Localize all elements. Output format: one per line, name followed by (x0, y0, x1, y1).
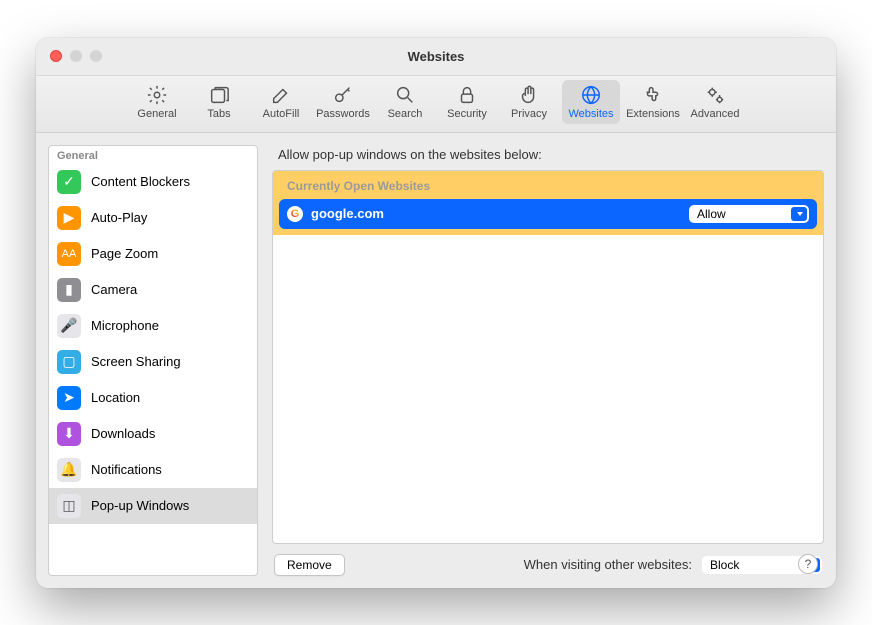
row-setting-popup[interactable]: Allow (689, 205, 809, 223)
toolbar-label: Extensions (626, 108, 680, 120)
close-window-button[interactable] (50, 50, 62, 62)
sidebar-item-label: Downloads (91, 426, 155, 441)
highlighted-section: Currently Open Websites G google.com All… (273, 171, 823, 235)
location-icon: ➤ (57, 386, 81, 410)
website-row[interactable]: G google.com Allow (279, 199, 817, 229)
titlebar: Websites (36, 38, 836, 76)
gears-icon (704, 84, 726, 106)
lock-icon (456, 84, 478, 106)
toolbar-label: Websites (568, 108, 613, 120)
sidebar-item-content-blockers[interactable]: ✓ Content Blockers (49, 164, 257, 200)
website-list-panel: Currently Open Websites G google.com All… (272, 170, 824, 544)
window-title: Websites (408, 49, 465, 64)
globe-icon (580, 84, 602, 106)
sidebar-item-label: Pop-up Windows (91, 498, 189, 513)
gear-icon (146, 84, 168, 106)
sidebar-item-screen-sharing[interactable]: ▢ Screen Sharing (49, 344, 257, 380)
download-icon: ⬇ (57, 422, 81, 446)
toolbar-passwords[interactable]: Passwords (314, 80, 372, 124)
sidebar-item-camera[interactable]: ▮ Camera (49, 272, 257, 308)
toolbar-websites[interactable]: Websites (562, 80, 620, 124)
main-headline: Allow pop-up windows on the websites bel… (278, 147, 824, 162)
sidebar-item-label: Location (91, 390, 140, 405)
row-setting-select[interactable]: Allow (689, 205, 809, 223)
main-panel: Allow pop-up windows on the websites bel… (272, 145, 824, 576)
sidebar: General ✓ Content Blockers ▶ Auto-Play AA P… (48, 145, 258, 576)
pencil-icon (270, 84, 292, 106)
sidebar-item-popup-windows[interactable]: ◫ Pop-up Windows (49, 488, 257, 524)
toolbar-extensions[interactable]: Extensions (624, 80, 682, 124)
sidebar-item-microphone[interactable]: 🎤 Microphone (49, 308, 257, 344)
sidebar-item-location[interactable]: ➤ Location (49, 380, 257, 416)
toolbar-autofill[interactable]: AutoFill (252, 80, 310, 124)
toolbar-label: General (137, 108, 176, 120)
puzzle-icon (642, 84, 664, 106)
sidebar-item-auto-play[interactable]: ▶ Auto-Play (49, 200, 257, 236)
search-icon (394, 84, 416, 106)
remove-button[interactable]: Remove (274, 554, 345, 576)
other-websites-label: When visiting other websites: (524, 557, 692, 572)
preferences-window: Websites General Tabs AutoFill Passwords… (36, 38, 836, 588)
toolbar-label: Search (388, 108, 423, 120)
website-cell: G google.com (287, 206, 384, 222)
toolbar-label: Privacy (511, 108, 547, 120)
hand-icon (518, 84, 540, 106)
play-icon: ▶ (57, 206, 81, 230)
toolbar-security[interactable]: Security (438, 80, 496, 124)
bottom-bar: Remove When visiting other websites: Blo… (272, 544, 824, 576)
sidebar-item-page-zoom[interactable]: AA Page Zoom (49, 236, 257, 272)
zoom-icon: AA (57, 242, 81, 266)
content-area: General ✓ Content Blockers ▶ Auto-Play AA P… (36, 133, 836, 588)
sidebar-item-downloads[interactable]: ⬇ Downloads (49, 416, 257, 452)
sidebar-item-label: Content Blockers (91, 174, 190, 189)
toolbar-advanced[interactable]: Advanced (686, 80, 744, 124)
preferences-toolbar: General Tabs AutoFill Passwords Search S… (36, 76, 836, 133)
traffic-lights (50, 50, 102, 62)
toolbar-tabs[interactable]: Tabs (190, 80, 248, 124)
toolbar-label: Security (447, 108, 487, 120)
screen-icon: ▢ (57, 350, 81, 374)
toolbar-privacy[interactable]: Privacy (500, 80, 558, 124)
website-domain: google.com (311, 206, 384, 221)
toolbar-label: Passwords (316, 108, 370, 120)
sidebar-item-label: Microphone (91, 318, 159, 333)
minimize-window-button[interactable] (70, 50, 82, 62)
window-icon: ◫ (57, 494, 81, 518)
toolbar-label: Tabs (207, 108, 230, 120)
bell-icon: 🔔 (57, 458, 81, 482)
key-icon (332, 84, 354, 106)
camera-icon: ▮ (57, 278, 81, 302)
toolbar-label: AutoFill (263, 108, 300, 120)
sidebar-item-label: Camera (91, 282, 137, 297)
shield-check-icon: ✓ (57, 170, 81, 194)
sidebar-item-label: Page Zoom (91, 246, 158, 261)
toolbar-general[interactable]: General (128, 80, 186, 124)
zoom-window-button[interactable] (90, 50, 102, 62)
sidebar-group-header: General (49, 146, 257, 164)
sidebar-item-label: Screen Sharing (91, 354, 181, 369)
microphone-icon: 🎤 (57, 314, 81, 338)
toolbar-label: Advanced (691, 108, 740, 120)
sidebar-item-notifications[interactable]: 🔔 Notifications (49, 452, 257, 488)
tabs-icon (208, 84, 230, 106)
sidebar-item-label: Auto-Play (91, 210, 147, 225)
toolbar-search[interactable]: Search (376, 80, 434, 124)
sidebar-item-label: Notifications (91, 462, 162, 477)
google-favicon-icon: G (287, 206, 303, 222)
section-header: Currently Open Websites (279, 177, 817, 199)
